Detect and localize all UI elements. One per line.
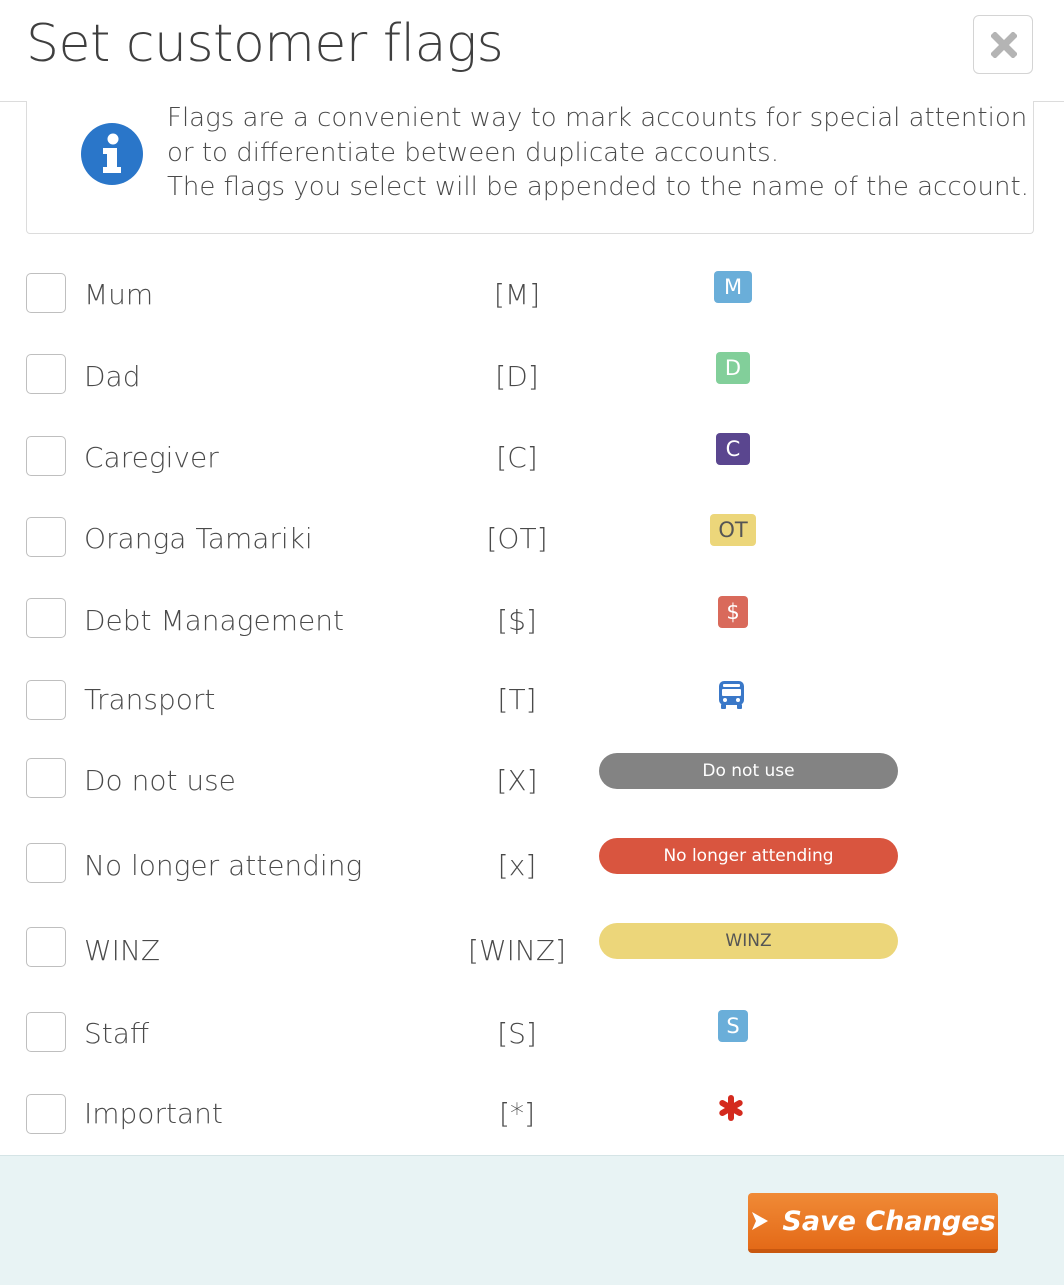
flag-checkbox-no-longer-attending[interactable]: [26, 843, 66, 883]
flag-badge-winz: WINZ: [599, 923, 898, 959]
dialog-footer: Save Changes: [0, 1155, 1064, 1285]
close-button[interactable]: [973, 15, 1033, 74]
flag-row-debt-management: Debt Management [$] $: [0, 591, 1064, 651]
flag-checkbox-oranga-tamariki[interactable]: [26, 517, 66, 557]
flag-row-do-not-use: Do not use [X] Do not use: [0, 751, 1064, 811]
flag-row-staff: Staff [S] S: [0, 1005, 1064, 1065]
flag-badge-do-not-use: Do not use: [599, 753, 898, 789]
close-x-icon: [991, 32, 1017, 58]
flag-checkbox-mum[interactable]: [26, 273, 66, 313]
flag-row-oranga-tamariki: Oranga Tamariki [OT] OT: [0, 510, 1064, 570]
flag-code: [T]: [497, 683, 537, 716]
flag-badge-ot: OT: [710, 514, 756, 546]
flag-code: [$]: [497, 604, 537, 637]
flag-label: Transport: [84, 683, 216, 716]
flag-badge-s: S: [718, 1010, 748, 1042]
flag-label: Oranga Tamariki: [84, 522, 313, 555]
flag-label: Do not use: [84, 764, 236, 797]
info-box: Flags are a convenient way to mark accou…: [26, 101, 1034, 234]
info-text: Flags are a convenient way to mark accou…: [167, 101, 1029, 205]
save-changes-button[interactable]: Save Changes: [748, 1193, 998, 1253]
flag-label: No longer attending: [84, 849, 363, 882]
flag-row-caregiver: Caregiver [C] C: [0, 429, 1064, 489]
bus-icon: [719, 681, 744, 709]
info-line: or to differentiate between duplicate ac…: [167, 137, 779, 168]
flag-label: WINZ: [84, 934, 161, 967]
flag-badge-dollar: $: [718, 596, 748, 628]
flag-code: [*]: [499, 1097, 535, 1130]
chevron-right-icon: [752, 1212, 769, 1230]
flag-checkbox-important[interactable]: [26, 1094, 66, 1134]
flag-code: [X]: [496, 764, 538, 797]
flag-checkbox-transport[interactable]: [26, 680, 66, 720]
save-changes-label: Save Changes: [782, 1205, 996, 1237]
info-line: Flags are a convenient way to mark accou…: [167, 103, 1028, 133]
flag-code: [x]: [497, 849, 537, 882]
flag-label: Dad: [84, 360, 141, 393]
flag-label: Staff: [84, 1017, 150, 1050]
flag-label: Mum: [84, 278, 154, 311]
flag-label: Important: [84, 1097, 223, 1130]
flag-checkbox-staff[interactable]: [26, 1012, 66, 1052]
flag-badge-no-longer-attending: No longer attending: [599, 838, 898, 874]
flag-checkbox-dad[interactable]: [26, 354, 66, 394]
flag-row-no-longer-attending: No longer attending [x] No longer attend…: [0, 836, 1064, 896]
flag-code: [M]: [493, 278, 540, 311]
flag-code: [D]: [495, 360, 539, 393]
flag-badge-m: M: [714, 271, 752, 303]
flag-checkbox-debt-management[interactable]: [26, 598, 66, 638]
flag-checkbox-do-not-use[interactable]: [26, 758, 66, 798]
flag-row-transport: Transport [T]: [0, 673, 1064, 733]
asterisk-icon: [719, 1095, 743, 1121]
flag-code: [C]: [496, 441, 538, 474]
flag-label: Caregiver: [84, 441, 219, 474]
dialog-header: Set customer flags: [0, 0, 1064, 102]
flag-code: [S]: [497, 1017, 537, 1050]
flag-row-dad: Dad [D] D: [0, 347, 1064, 407]
flag-code: [WINZ]: [468, 934, 566, 967]
flag-label: Debt Management: [84, 604, 344, 637]
flag-code: [OT]: [486, 522, 548, 555]
flag-checkbox-caregiver[interactable]: [26, 436, 66, 476]
flag-badge-c: C: [716, 433, 750, 465]
dialog-title: Set customer flags: [26, 14, 504, 74]
flag-checkbox-winz[interactable]: [26, 927, 66, 967]
flag-row-mum: Mum [M] M: [0, 266, 1064, 326]
flag-row-winz: WINZ [WINZ] WINZ: [0, 920, 1064, 980]
flag-badge-d: D: [716, 352, 750, 384]
flag-row-important: Important [*]: [0, 1087, 1064, 1147]
info-circle-icon: [81, 123, 143, 185]
info-line: The flags you select will be appended to…: [167, 172, 1029, 202]
